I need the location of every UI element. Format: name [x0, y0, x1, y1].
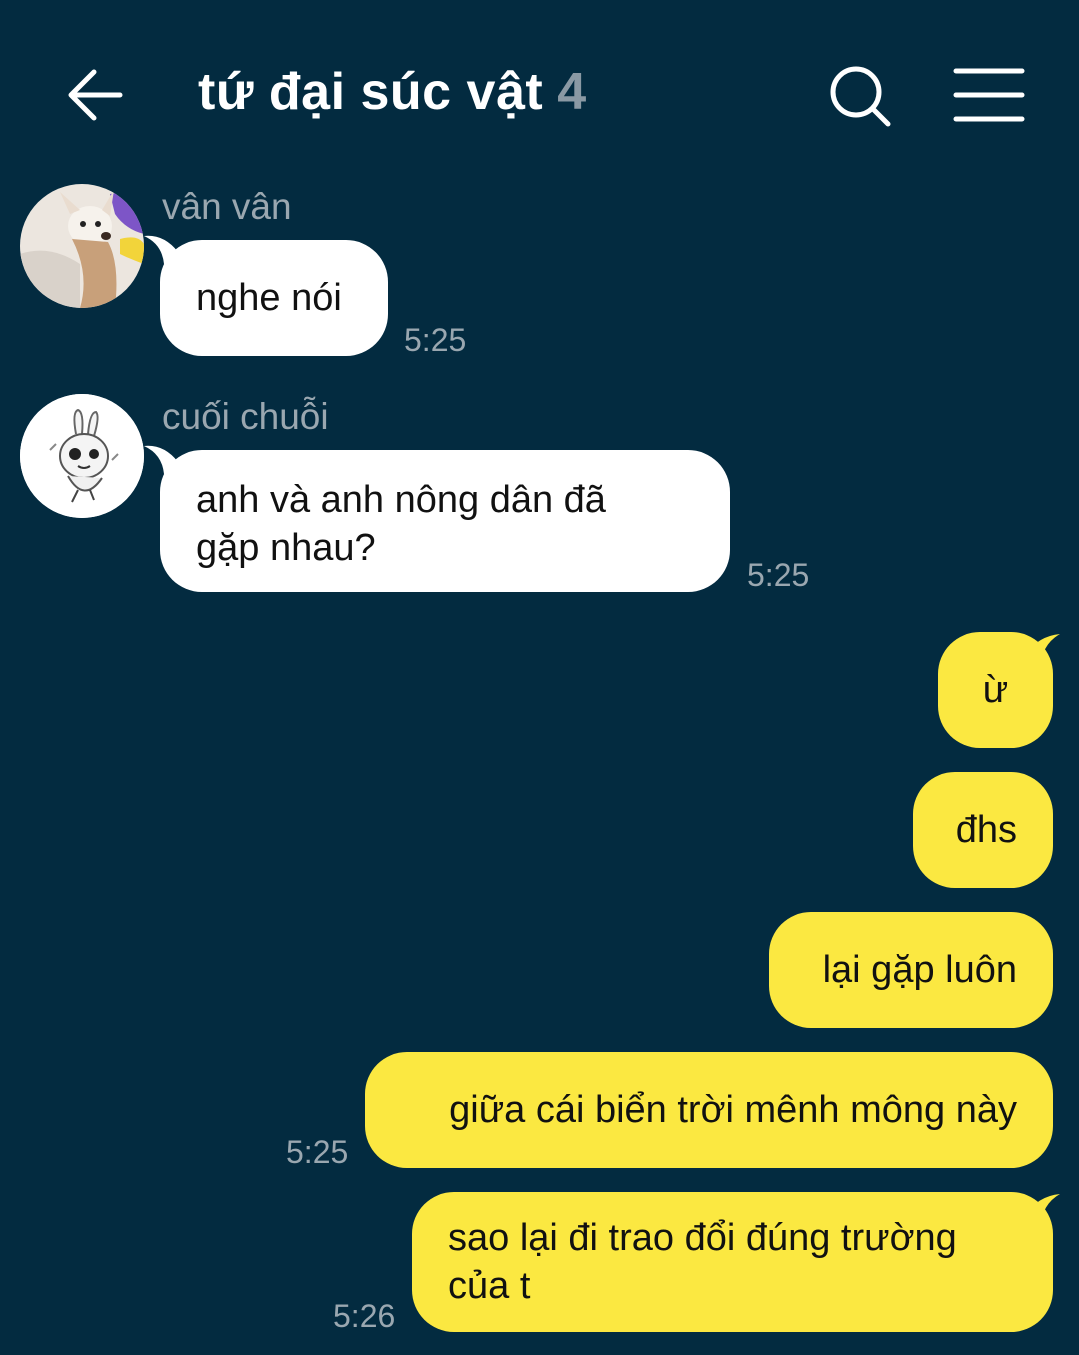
chat-title[interactable]: tứ đại súc vật 4: [198, 62, 587, 122]
chat-title-text: tứ đại súc vật: [198, 63, 544, 121]
message-text: lại gặp luôn: [822, 949, 1017, 991]
message-bubble[interactable]: giữa cái biển trời mênh mông này: [365, 1052, 1053, 1168]
message-time: 5:25: [286, 1134, 349, 1170]
message-bubble[interactable]: ừ: [938, 632, 1053, 748]
message-bubble[interactable]: sao lại đi trao đổi đúng trường của t: [412, 1192, 1053, 1332]
search-icon: [830, 66, 891, 127]
message-time: 5:25: [404, 322, 467, 358]
avatar[interactable]: [20, 184, 144, 308]
message-text-line: anh và anh nông dân đã: [196, 479, 606, 521]
rabbit-sketch-avatar-icon: [20, 394, 144, 518]
search-button[interactable]: [826, 62, 898, 134]
message-text: ừ: [982, 669, 1009, 711]
sender-name: cuối chuỗi: [162, 396, 329, 437]
arrow-left-icon: [68, 69, 123, 121]
avatar[interactable]: [20, 394, 144, 518]
member-count: 4: [557, 63, 587, 121]
back-button[interactable]: [60, 60, 132, 132]
message-text: giữa cái biển trời mênh mông này: [449, 1089, 1017, 1131]
message-text-line: gặp nhau?: [196, 527, 376, 569]
chihuahua-avatar-icon: [20, 184, 144, 308]
message-bubble[interactable]: đhs: [913, 772, 1053, 888]
message-bubble[interactable]: lại gặp luôn: [769, 912, 1053, 1028]
chat-header: tứ đại súc vật 4: [0, 0, 1079, 180]
hamburger-menu-icon: [953, 68, 1025, 122]
message-text-line: sao lại đi trao đổi đúng trường: [448, 1217, 957, 1259]
menu-button[interactable]: [950, 62, 1030, 134]
message-time: 5:26: [333, 1298, 396, 1334]
message-time: 5:25: [747, 557, 810, 593]
message-text: nghe nói: [196, 277, 342, 319]
sender-name: vân vân: [162, 186, 292, 227]
message-text: đhs: [955, 809, 1017, 851]
message-text-line: của t: [448, 1265, 531, 1307]
message-bubble[interactable]: anh và anh nông dân đã gặp nhau?: [160, 450, 730, 592]
message-bubble[interactable]: nghe nói: [160, 240, 388, 356]
